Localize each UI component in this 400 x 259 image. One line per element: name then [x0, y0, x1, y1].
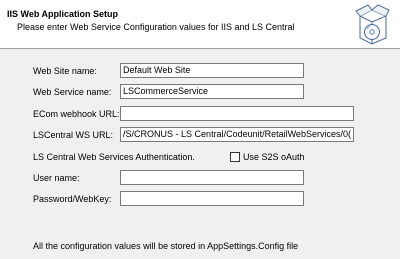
password-field[interactable] — [120, 191, 304, 206]
password-label: Password/WebKey: — [33, 194, 112, 204]
page-title: IIS Web Application Setup — [7, 9, 119, 19]
user-name-label: User name: — [33, 173, 80, 183]
page-subtitle: Please enter Web Service Configuration v… — [17, 22, 295, 32]
web-service-name-field[interactable]: LSCommerceService — [120, 84, 304, 99]
lscentral-ws-url-label: LSCentral WS URL: — [33, 130, 114, 140]
setup-box-disc-icon — [355, 4, 390, 45]
web-service-name-value: LSCommerceService — [123, 86, 209, 96]
wizard-header: IIS Web Application Setup Please enter W… — [0, 0, 400, 49]
auth-section-label: LS Central Web Services Authentication. — [33, 152, 195, 162]
web-site-name-value: Default Web Site — [123, 65, 191, 75]
lscentral-ws-url-field[interactable]: )0/WS/CRONUS - LS Central/Codeunit/Retai… — [120, 127, 354, 142]
user-name-field[interactable] — [120, 170, 304, 185]
use-s2s-oauth-checkbox[interactable]: Use S2S oAuth — [230, 151, 305, 162]
checkbox-box[interactable] — [230, 151, 240, 162]
web-service-name-label: Web Service name: — [33, 87, 112, 97]
web-site-name-label: Web Site name: — [33, 66, 97, 76]
footer-note: All the configuration values will be sto… — [33, 241, 299, 251]
lscentral-ws-url-value: )0/WS/CRONUS - LS Central/Codeunit/Retai… — [123, 129, 351, 139]
ecom-webhook-url-label: ECom webhook URL: — [33, 109, 120, 119]
web-site-name-field[interactable]: Default Web Site — [120, 63, 304, 78]
ecom-webhook-url-field[interactable] — [120, 106, 354, 121]
use-s2s-oauth-label: Use S2S oAuth — [243, 151, 305, 162]
